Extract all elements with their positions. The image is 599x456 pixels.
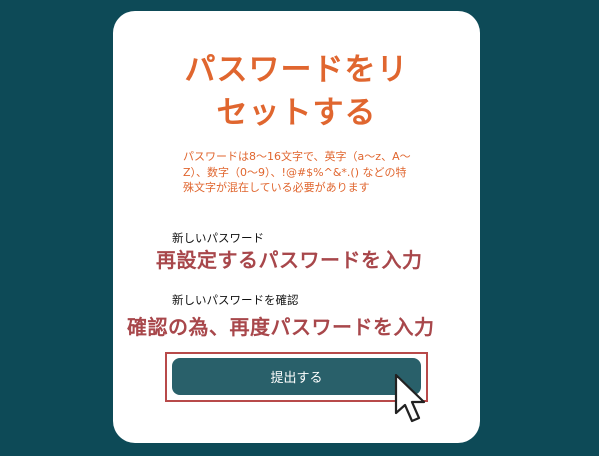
- page-title: パスワードをリ セットする: [113, 49, 480, 135]
- new-password-annotation[interactable]: 再設定するパスワードを入力: [156, 244, 423, 273]
- password-requirement-note: パスワードは8～16文字で、英字（a～z、A～Z）、数字（0～9）、!@#$%^…: [183, 150, 411, 194]
- page-title-line-2: セットする: [216, 95, 377, 131]
- submit-button[interactable]: 提出する: [172, 358, 421, 395]
- confirm-password-annotation[interactable]: 確認の為、再度パスワードを入力: [127, 311, 435, 340]
- page-title-line-1: パスワードをリ: [184, 52, 409, 88]
- confirm-password-label: 新しいパスワードを確認: [172, 293, 299, 307]
- mouse-pointer-icon: [394, 373, 426, 423]
